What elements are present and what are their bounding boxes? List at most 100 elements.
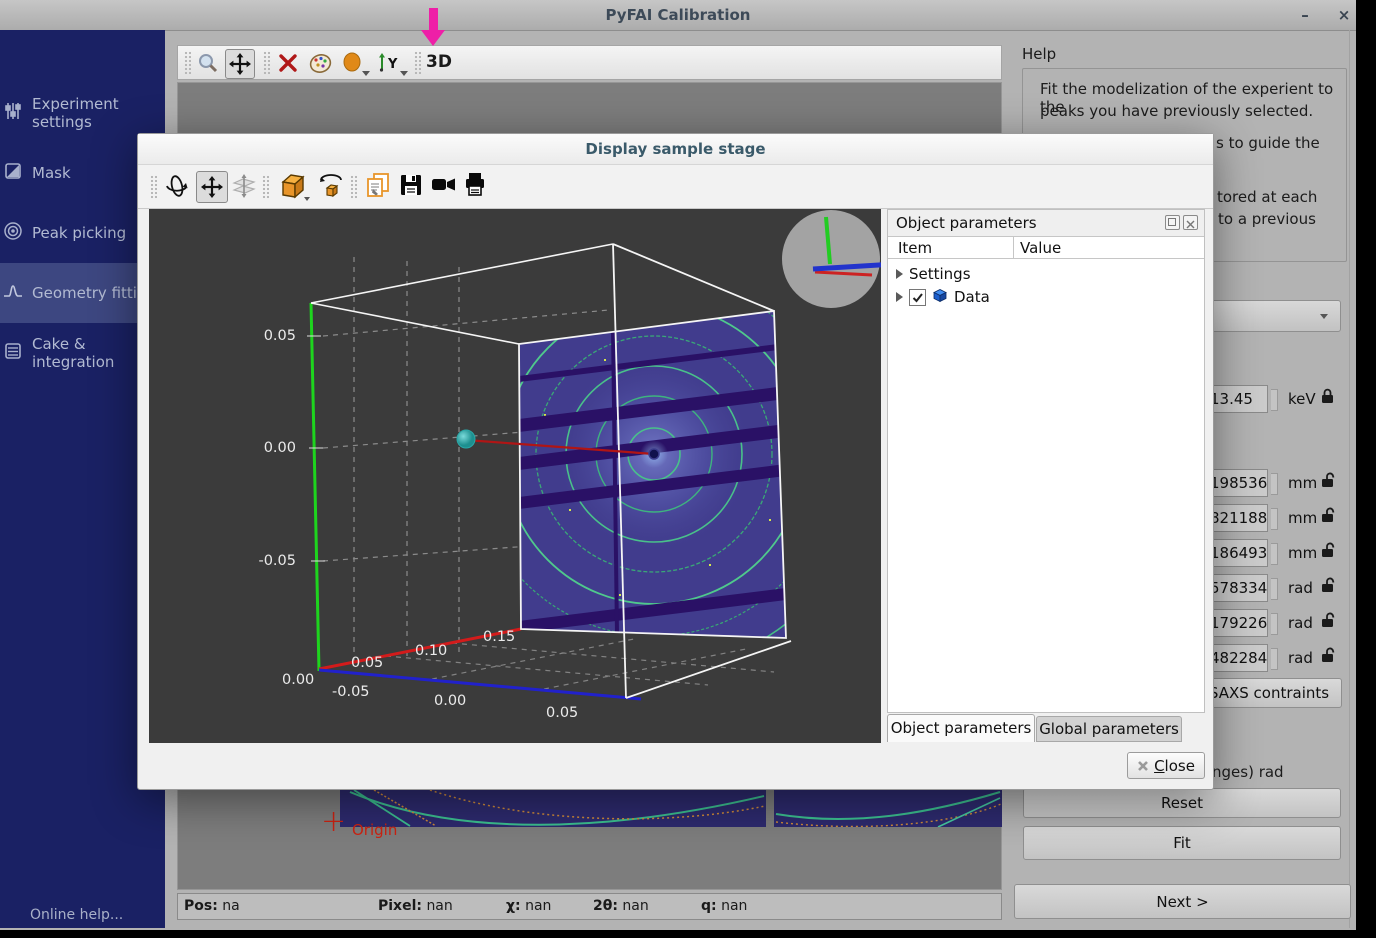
fit-button[interactable]: Fit	[1023, 826, 1341, 860]
energy-unit-label: keV	[1288, 390, 1316, 408]
help-text-fragment2: tored at each	[1217, 188, 1317, 206]
y-axis-dropdown-arrow[interactable]	[400, 71, 408, 76]
toolbar-grip[interactable]	[262, 175, 269, 199]
reset-button[interactable]: Reset	[1023, 788, 1341, 818]
lock-open-icon[interactable]	[1320, 541, 1338, 563]
object-parameters-panel: Object parameters Item Value Settings	[887, 209, 1205, 713]
statusbar: Pos: na Pixel: nan χ: nan 2θ: nan q: nan	[177, 893, 1002, 920]
next-button[interactable]: Next >	[1014, 884, 1351, 919]
screen: PyFAI Calibration – × Experiment setting…	[0, 0, 1376, 938]
energy-spinner[interactable]	[1271, 389, 1278, 411]
param-field-rot1[interactable]: 578334	[1205, 574, 1268, 602]
lock-open-icon[interactable]	[1320, 576, 1338, 598]
saxs-constraints-button[interactable]: SAXS contraints	[1196, 678, 1342, 708]
expander-icon[interactable]	[896, 269, 903, 279]
pan-3d-selected-box[interactable]	[196, 171, 228, 203]
rotate-3d-icon[interactable]	[164, 173, 190, 199]
param-unit: rad	[1288, 579, 1313, 597]
tab-object-parameters[interactable]: Object parameters	[887, 714, 1035, 742]
marker-color-dropdown-arrow[interactable]	[362, 71, 370, 76]
dialog-titlebar[interactable]: Display sample stage	[138, 134, 1213, 165]
sliders-icon	[3, 101, 23, 125]
close-x-icon	[1137, 760, 1149, 772]
param-spinner[interactable]	[1271, 613, 1278, 635]
status-chi: χ: nan	[506, 898, 551, 914]
save-icon[interactable]	[398, 172, 424, 198]
help-text-fragment3: to a previous	[1218, 210, 1316, 228]
param-spinner[interactable]	[1271, 543, 1278, 565]
toolbar-grip[interactable]	[150, 175, 157, 199]
copy-snapshot-icon[interactable]	[364, 171, 392, 201]
param-unit: mm	[1288, 544, 1317, 562]
sidebar-item-label: Peak picking	[32, 224, 126, 242]
lock-open-icon[interactable]	[1320, 646, 1338, 668]
lock-open-icon[interactable]	[1320, 471, 1338, 493]
layers-icon	[3, 341, 23, 365]
tree-row-label: Data	[954, 288, 990, 306]
y-axis-green	[311, 303, 319, 671]
3d-scene	[149, 209, 881, 743]
param-field-poni1[interactable]: 821188	[1205, 504, 1268, 532]
open-3d-view-button[interactable]: 3D	[426, 52, 452, 72]
energy-field[interactable]: 13.45	[1205, 385, 1268, 413]
dialog-close-button[interactable]: Close	[1127, 752, 1205, 779]
column-divider[interactable]	[1013, 237, 1014, 258]
lock-open-icon[interactable]	[1320, 611, 1338, 633]
mask-icon	[3, 161, 23, 185]
y-axis-icon[interactable]: Y	[376, 51, 402, 75]
zoom-tool-icon[interactable]	[196, 51, 220, 75]
close-panel-icon[interactable]	[1183, 215, 1198, 230]
tree-row-settings[interactable]: Settings	[896, 265, 971, 283]
origin-marker-label: Origin	[352, 821, 397, 839]
param-field-poni2[interactable]: 186493	[1205, 539, 1268, 567]
chevron-down-icon[interactable]	[304, 197, 310, 201]
y-tick: -0.05	[238, 553, 296, 569]
toolbar-grip[interactable]	[263, 51, 270, 75]
print-icon[interactable]	[462, 171, 488, 199]
param-spinner[interactable]	[1271, 578, 1278, 600]
x-blue-tick: -0.05	[332, 684, 370, 700]
toolbar-grip[interactable]	[184, 51, 191, 75]
close-window-button[interactable]: ×	[1332, 4, 1356, 26]
sidebar-item-label: Experiment settings	[32, 95, 165, 131]
plane-tool-icon[interactable]	[231, 173, 257, 199]
param-spinner[interactable]	[1271, 648, 1278, 670]
video-record-icon[interactable]	[430, 173, 458, 197]
y-tick: 0.00	[246, 440, 296, 456]
expander-icon[interactable]	[896, 292, 903, 302]
column-item[interactable]: Item	[898, 239, 932, 257]
x-red-tick: 0.10	[415, 643, 447, 659]
param-spinner[interactable]	[1271, 473, 1278, 495]
help-text-fragment1: s to guide the	[1216, 134, 1320, 152]
toolbar-grip[interactable]	[414, 51, 421, 75]
orientation-indicator	[782, 210, 881, 308]
param-field-dist[interactable]: 198536	[1205, 469, 1268, 497]
column-value[interactable]: Value	[1020, 239, 1061, 257]
param-field-rot3[interactable]: 482284	[1205, 644, 1268, 672]
sample-sphere	[457, 430, 475, 448]
param-field-rot2[interactable]: 179226	[1205, 609, 1268, 637]
status-2theta: 2θ: nan	[593, 898, 649, 914]
rotate-box-icon[interactable]	[316, 171, 346, 201]
object-parameters-header: Object parameters	[888, 210, 1204, 236]
marker-color-icon[interactable]	[342, 52, 364, 74]
toolbar-grip[interactable]	[350, 175, 357, 199]
rings-icon	[3, 221, 23, 245]
tab-global-parameters[interactable]: Global parameters	[1036, 716, 1182, 742]
float-panel-icon[interactable]	[1165, 215, 1180, 230]
tree-row-label: Settings	[909, 265, 971, 283]
lock-closed-icon[interactable]	[1320, 387, 1336, 409]
data-visibility-checkbox[interactable]	[909, 289, 926, 306]
online-help-link[interactable]: Online help...	[30, 907, 123, 923]
tree-row-data[interactable]: Data	[896, 287, 990, 307]
sample-stage-3d-view[interactable]: 0.05 0.00 -0.05 0.05 0.10 0.15 -0.05 0.0…	[149, 209, 881, 743]
lock-open-icon[interactable]	[1320, 506, 1338, 528]
minimize-button[interactable]: –	[1293, 4, 1317, 26]
origin-tick: 0.00	[282, 672, 314, 688]
param-spinner[interactable]	[1271, 508, 1278, 530]
colormap-palette-icon[interactable]	[308, 51, 332, 75]
x-blue-tick: 0.00	[434, 693, 466, 709]
pyfai-main-window: PyFAI Calibration – × Experiment setting…	[0, 0, 1356, 930]
pan-tool-selected-box[interactable]	[225, 49, 255, 79]
clear-icon[interactable]	[276, 51, 300, 75]
